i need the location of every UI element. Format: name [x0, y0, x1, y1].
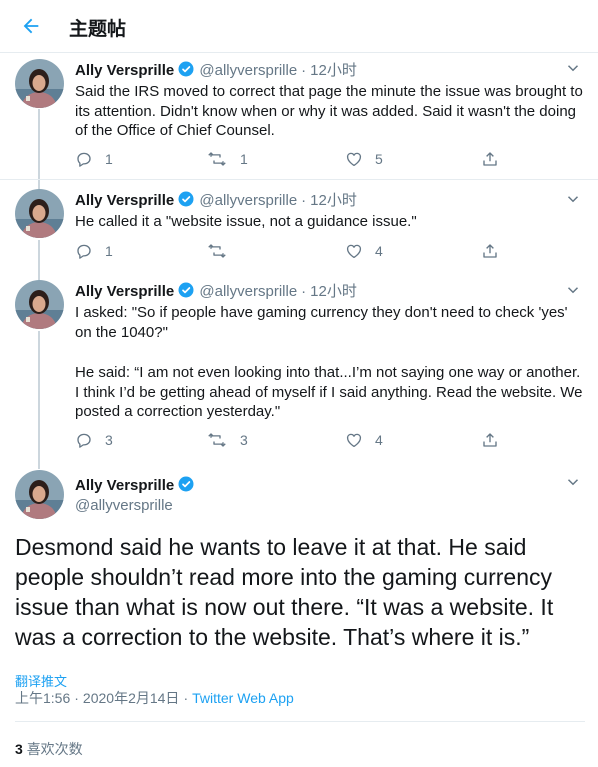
like-button[interactable]: 4 [345, 431, 383, 449]
tweet-text: He said: “I am not even looking into tha… [75, 364, 583, 421]
likes-label: 喜欢次数 [26, 741, 83, 757]
tweet-date[interactable]: 2020年2月14日 [83, 690, 180, 706]
like-button[interactable]: 5 [345, 150, 383, 168]
reply-icon [77, 244, 91, 259]
share-button[interactable] [481, 150, 499, 168]
chevron-down-icon[interactable] [564, 59, 582, 77]
share-button[interactable] [481, 242, 499, 260]
reply-button[interactable]: 3 [75, 431, 113, 449]
verified-badge-icon [178, 191, 194, 207]
top-bar: 主题帖 [0, 0, 598, 53]
author-handle[interactable]: @allyversprille [199, 192, 297, 209]
tweet-3[interactable]: Ally Versprille @allyversprille · 12小时 I a… [0, 271, 598, 469]
reply-button[interactable]: 1 [75, 242, 113, 260]
separator-dot: · [183, 690, 189, 706]
author-name[interactable]: Ally Versprille [75, 192, 174, 209]
author-handle[interactable]: @allyversprille [75, 496, 195, 516]
tweet-1[interactable]: Ally Versprille @allyversprille · 12小时 Sai… [0, 53, 598, 190]
tweet-text: I asked: "So if people have gaming curre… [75, 304, 568, 341]
likes-count: 3 [15, 741, 23, 757]
reply-icon [77, 152, 91, 167]
verified-badge-icon [178, 282, 194, 298]
retweet-count: 1 [240, 151, 248, 167]
tweet-header: Ally Versprille @allyversprille · 12小时 [75, 281, 357, 302]
retweet-button[interactable]: 3 [206, 431, 248, 449]
tweet-time[interactable]: 12小时 [310, 62, 357, 79]
like-count: 4 [375, 243, 383, 259]
author-handle[interactable]: @allyversprille [199, 62, 297, 79]
tweet-header: Ally Versprille @allyversprille · 12小时 [75, 190, 357, 211]
avatar[interactable] [15, 189, 64, 238]
retweet-icon [208, 433, 226, 447]
like-button[interactable]: 4 [345, 242, 383, 260]
avatar[interactable] [15, 470, 64, 519]
retweet-button[interactable] [206, 242, 240, 260]
separator-dot: · [301, 283, 307, 300]
likes-stat[interactable]: 3 喜欢次数 [15, 739, 83, 759]
tweet-text: He called it a "website issue, not a gui… [75, 213, 417, 230]
like-count: 5 [375, 151, 383, 167]
main-tweet-text: Desmond said he wants to leave it at tha… [15, 534, 554, 650]
tweet-actions: 1 4 [75, 242, 515, 262]
tweet-actions: 1 1 5 [75, 150, 515, 170]
author-name[interactable]: Ally Versprille [75, 62, 174, 79]
reply-count: 3 [105, 432, 113, 448]
back-button[interactable] [14, 9, 48, 43]
page-title: 主题帖 [69, 18, 127, 40]
share-icon [483, 152, 497, 166]
retweet-icon [208, 152, 226, 166]
tweet-2[interactable]: Ally Versprille @allyversprille · 12小时 He … [0, 180, 598, 281]
reply-count: 1 [105, 243, 113, 259]
tweet-timestamp[interactable]: 上午1:56 [15, 690, 70, 706]
verified-badge-icon [178, 61, 194, 77]
author-name[interactable]: Ally Versprille [75, 283, 174, 300]
heart-icon [346, 152, 362, 167]
arrow-left-icon [23, 18, 39, 34]
divider [15, 721, 585, 722]
share-button[interactable] [481, 431, 499, 449]
author-name[interactable]: Ally Versprille [75, 477, 174, 494]
tweet-actions: 3 3 4 [75, 431, 515, 451]
separator-dot: · [301, 192, 307, 209]
tweet-metadata: 上午1:56 · 2020年2月14日 · Twitter Web App [15, 688, 294, 708]
share-icon [483, 433, 497, 447]
reply-count: 1 [105, 151, 113, 167]
reply-button[interactable]: 1 [75, 150, 113, 168]
source-app-link[interactable]: Twitter Web App [192, 690, 294, 706]
share-icon [483, 244, 497, 258]
heart-icon [346, 433, 362, 448]
tweet-header: Ally Versprille @allyversprille [75, 475, 195, 516]
chevron-down-icon[interactable] [564, 190, 582, 208]
reply-icon [77, 433, 91, 448]
retweet-button[interactable]: 1 [206, 150, 248, 168]
author-handle[interactable]: @allyversprille [199, 283, 297, 300]
avatar[interactable] [15, 59, 64, 108]
avatar[interactable] [15, 280, 64, 329]
tweet-header: Ally Versprille @allyversprille · 12小时 [75, 60, 357, 81]
chevron-down-icon[interactable] [564, 281, 582, 299]
retweet-icon [208, 244, 226, 258]
separator-dot: · [74, 690, 79, 706]
tweet-text: Said the IRS moved to correct that page … [75, 83, 583, 140]
retweet-count: 3 [240, 432, 248, 448]
chevron-down-icon[interactable] [564, 473, 582, 491]
like-count: 4 [375, 432, 383, 448]
separator-dot: · [301, 62, 307, 79]
heart-icon [346, 244, 362, 259]
verified-badge-icon [178, 476, 194, 492]
tweet-time[interactable]: 12小时 [310, 283, 357, 300]
tweet-time[interactable]: 12小时 [310, 192, 357, 209]
